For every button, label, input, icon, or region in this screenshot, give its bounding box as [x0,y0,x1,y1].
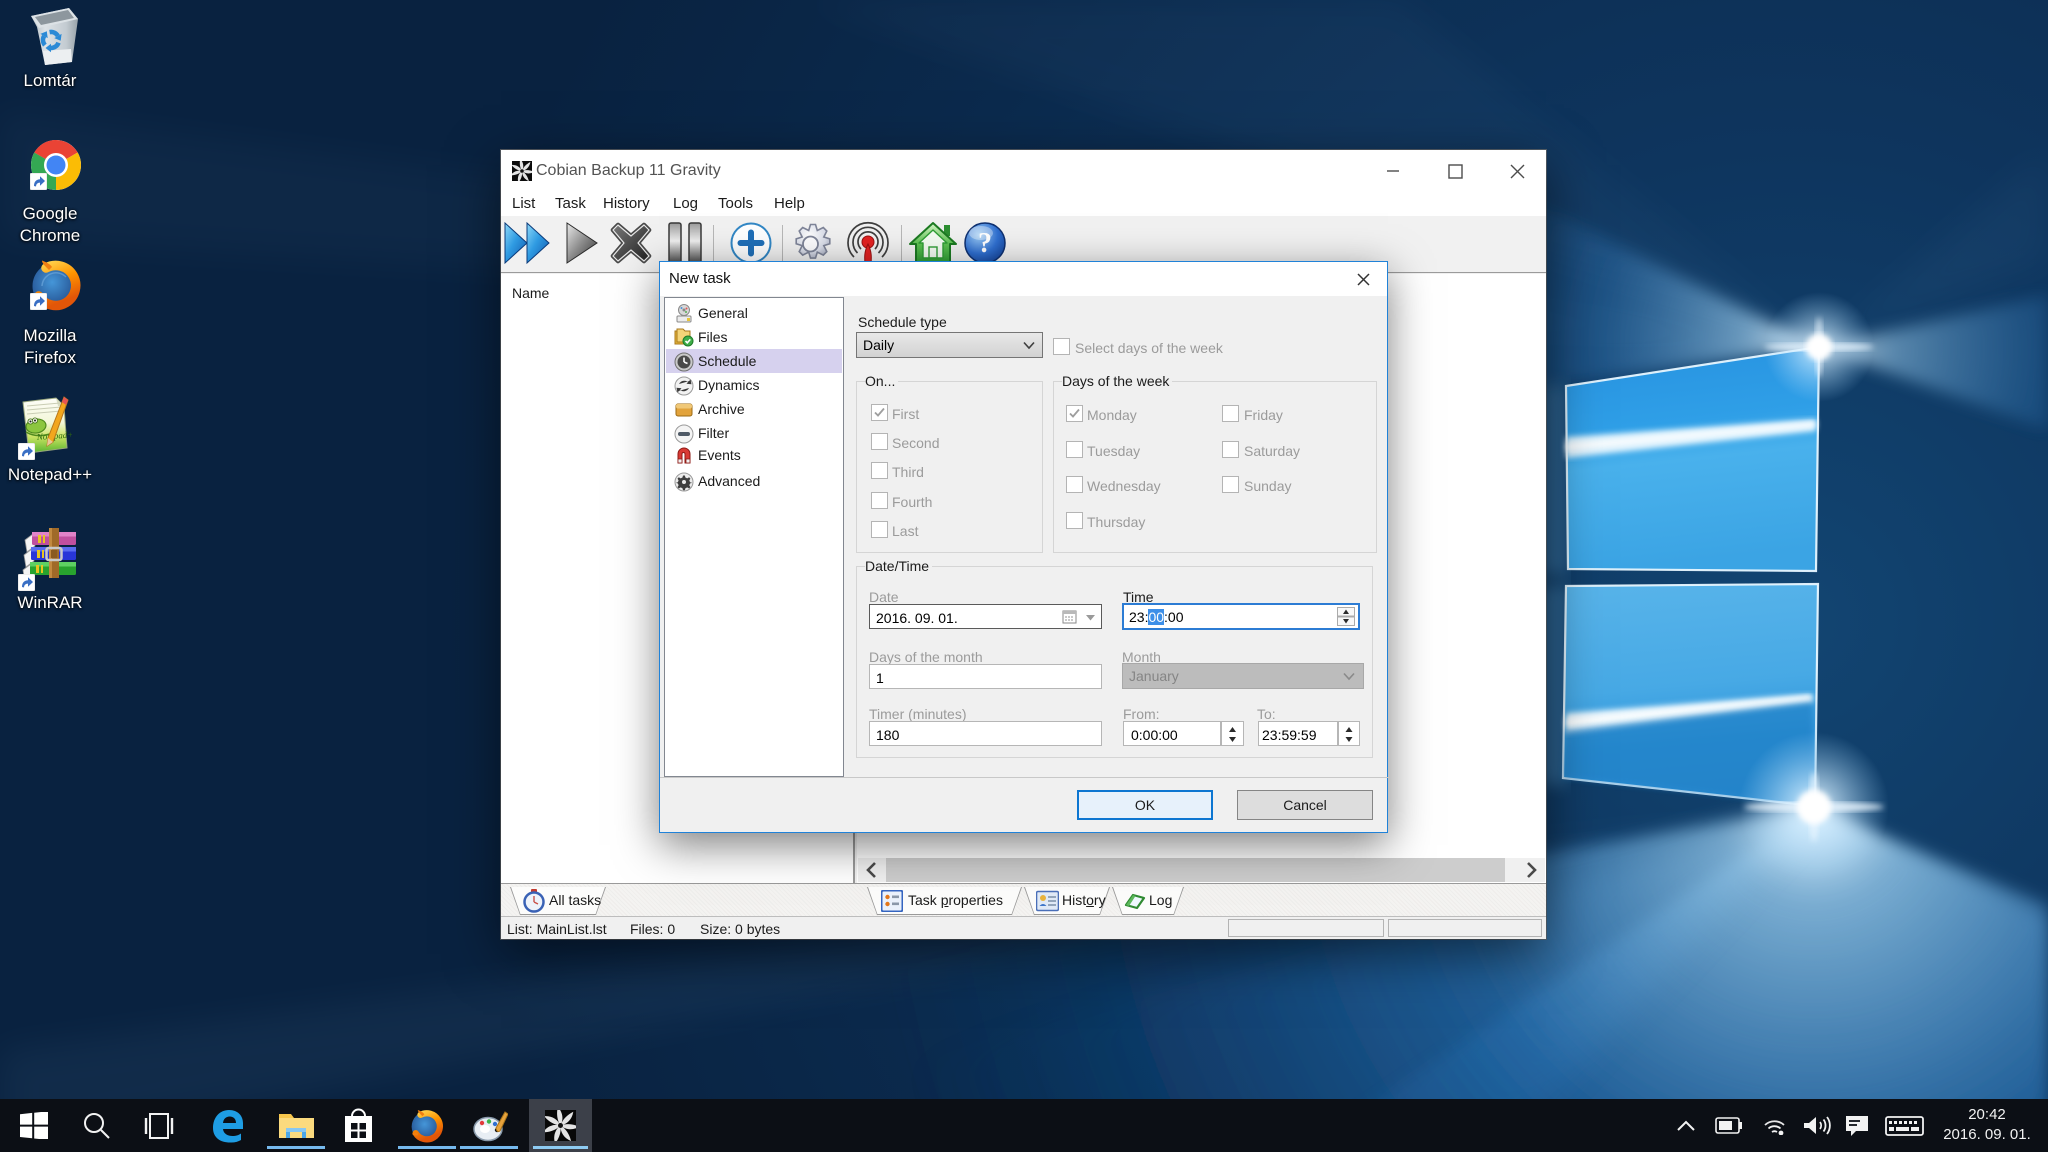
svg-text:?: ? [978,228,992,259]
